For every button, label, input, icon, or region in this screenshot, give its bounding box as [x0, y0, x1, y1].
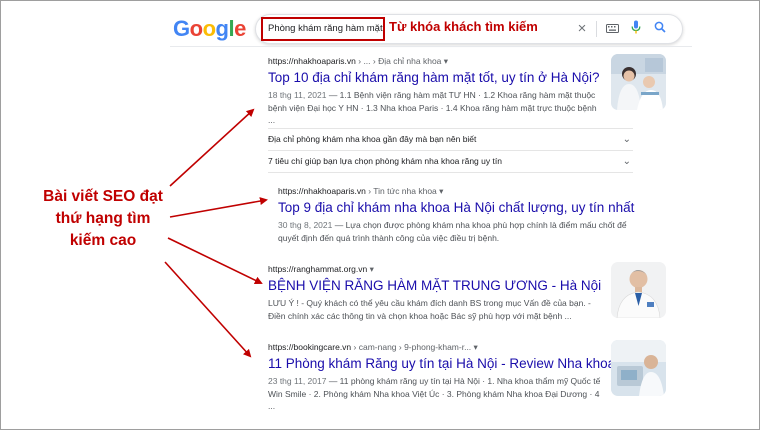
arrow — [169, 197, 268, 218]
arrow — [164, 261, 252, 358]
arrow — [167, 237, 263, 284]
arrow — [169, 108, 255, 187]
annotation-arrows — [164, 108, 268, 358]
